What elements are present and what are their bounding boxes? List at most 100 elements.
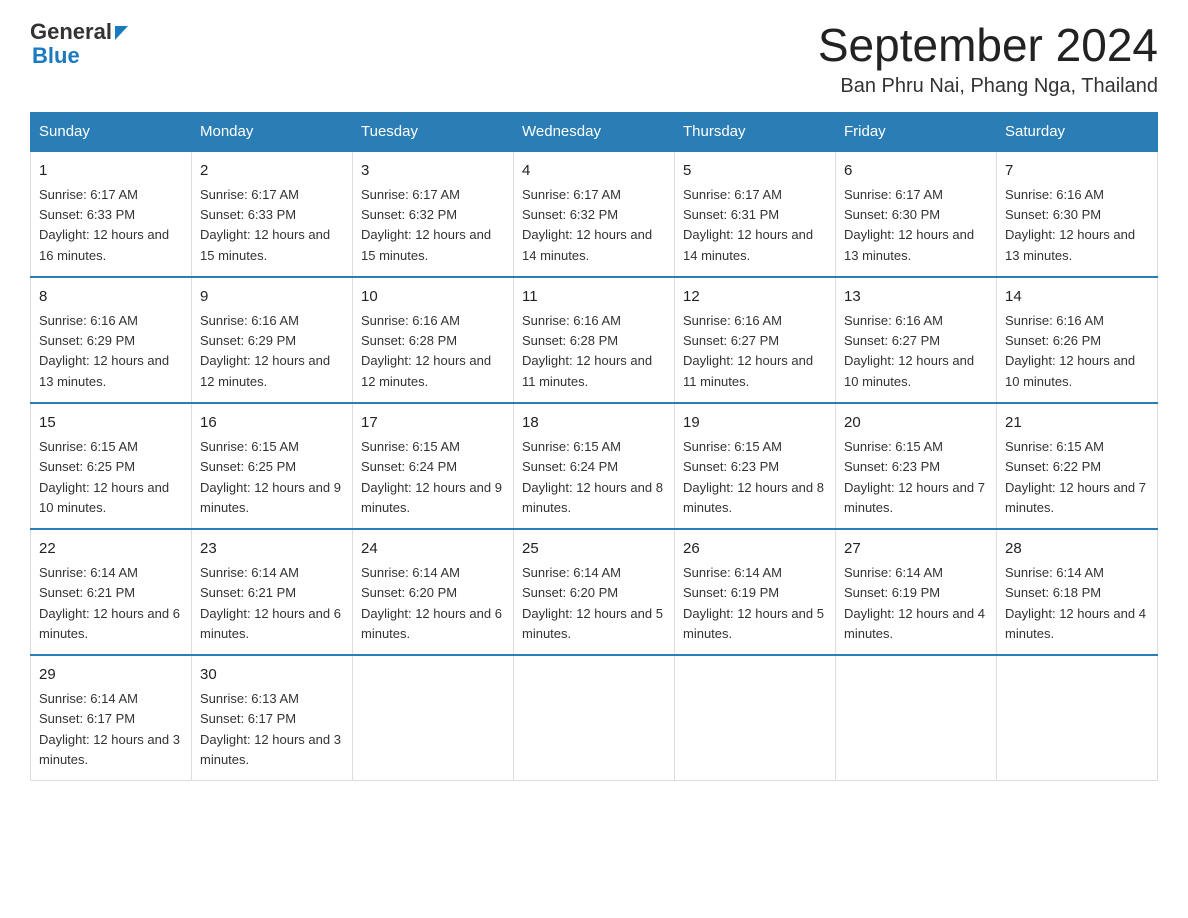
page-header: General Blue September 2024 Ban Phru Nai… — [30, 20, 1158, 98]
day-info: Sunrise: 6:15 AMSunset: 6:25 PMDaylight:… — [39, 439, 169, 514]
location-subtitle: Ban Phru Nai, Phang Nga, Thailand — [818, 75, 1158, 98]
day-number: 27 — [844, 538, 988, 561]
calendar-day-cell: 29 Sunrise: 6:14 AMSunset: 6:17 PMDaylig… — [31, 655, 192, 781]
day-number: 24 — [361, 538, 505, 561]
calendar-week-row: 15 Sunrise: 6:15 AMSunset: 6:25 PMDaylig… — [31, 403, 1158, 529]
day-number: 25 — [522, 538, 666, 561]
calendar-day-cell: 2 Sunrise: 6:17 AMSunset: 6:33 PMDayligh… — [192, 151, 353, 277]
calendar-day-cell: 18 Sunrise: 6:15 AMSunset: 6:24 PMDaylig… — [514, 403, 675, 529]
calendar-day-cell — [675, 655, 836, 781]
day-info: Sunrise: 6:16 AMSunset: 6:29 PMDaylight:… — [200, 313, 330, 388]
calendar-day-cell: 5 Sunrise: 6:17 AMSunset: 6:31 PMDayligh… — [675, 151, 836, 277]
day-info: Sunrise: 6:16 AMSunset: 6:27 PMDaylight:… — [683, 313, 813, 388]
day-number: 9 — [200, 286, 344, 309]
calendar-day-cell: 26 Sunrise: 6:14 AMSunset: 6:19 PMDaylig… — [675, 529, 836, 655]
calendar-header-cell: Friday — [836, 112, 997, 151]
day-info: Sunrise: 6:17 AMSunset: 6:32 PMDaylight:… — [361, 187, 491, 262]
day-info: Sunrise: 6:14 AMSunset: 6:19 PMDaylight:… — [683, 565, 824, 640]
calendar-day-cell: 8 Sunrise: 6:16 AMSunset: 6:29 PMDayligh… — [31, 277, 192, 403]
calendar-week-row: 1 Sunrise: 6:17 AMSunset: 6:33 PMDayligh… — [31, 151, 1158, 277]
calendar-day-cell: 17 Sunrise: 6:15 AMSunset: 6:24 PMDaylig… — [353, 403, 514, 529]
calendar-body: 1 Sunrise: 6:17 AMSunset: 6:33 PMDayligh… — [31, 151, 1158, 781]
day-info: Sunrise: 6:16 AMSunset: 6:28 PMDaylight:… — [361, 313, 491, 388]
day-number: 30 — [200, 664, 344, 687]
calendar-day-cell: 24 Sunrise: 6:14 AMSunset: 6:20 PMDaylig… — [353, 529, 514, 655]
calendar-day-cell: 28 Sunrise: 6:14 AMSunset: 6:18 PMDaylig… — [997, 529, 1158, 655]
day-number: 8 — [39, 286, 183, 309]
day-info: Sunrise: 6:15 AMSunset: 6:23 PMDaylight:… — [844, 439, 985, 514]
day-info: Sunrise: 6:15 AMSunset: 6:23 PMDaylight:… — [683, 439, 824, 514]
day-info: Sunrise: 6:16 AMSunset: 6:27 PMDaylight:… — [844, 313, 974, 388]
calendar-day-cell: 25 Sunrise: 6:14 AMSunset: 6:20 PMDaylig… — [514, 529, 675, 655]
calendar-day-cell: 6 Sunrise: 6:17 AMSunset: 6:30 PMDayligh… — [836, 151, 997, 277]
day-info: Sunrise: 6:15 AMSunset: 6:25 PMDaylight:… — [200, 439, 341, 514]
day-info: Sunrise: 6:16 AMSunset: 6:30 PMDaylight:… — [1005, 187, 1135, 262]
day-info: Sunrise: 6:14 AMSunset: 6:17 PMDaylight:… — [39, 691, 180, 766]
calendar-day-cell: 14 Sunrise: 6:16 AMSunset: 6:26 PMDaylig… — [997, 277, 1158, 403]
title-section: September 2024 Ban Phru Nai, Phang Nga, … — [818, 20, 1158, 98]
calendar-header-cell: Thursday — [675, 112, 836, 151]
day-number: 10 — [361, 286, 505, 309]
day-number: 17 — [361, 412, 505, 435]
day-number: 18 — [522, 412, 666, 435]
day-info: Sunrise: 6:13 AMSunset: 6:17 PMDaylight:… — [200, 691, 341, 766]
calendar-day-cell: 19 Sunrise: 6:15 AMSunset: 6:23 PMDaylig… — [675, 403, 836, 529]
calendar-day-cell: 1 Sunrise: 6:17 AMSunset: 6:33 PMDayligh… — [31, 151, 192, 277]
calendar-header-cell: Sunday — [31, 112, 192, 151]
day-number: 4 — [522, 160, 666, 183]
calendar-day-cell: 4 Sunrise: 6:17 AMSunset: 6:32 PMDayligh… — [514, 151, 675, 277]
day-number: 12 — [683, 286, 827, 309]
day-info: Sunrise: 6:16 AMSunset: 6:29 PMDaylight:… — [39, 313, 169, 388]
calendar-day-cell — [997, 655, 1158, 781]
day-number: 19 — [683, 412, 827, 435]
calendar-header-cell: Tuesday — [353, 112, 514, 151]
day-number: 21 — [1005, 412, 1149, 435]
calendar-day-cell: 27 Sunrise: 6:14 AMSunset: 6:19 PMDaylig… — [836, 529, 997, 655]
calendar-day-cell: 15 Sunrise: 6:15 AMSunset: 6:25 PMDaylig… — [31, 403, 192, 529]
calendar-day-cell: 30 Sunrise: 6:13 AMSunset: 6:17 PMDaylig… — [192, 655, 353, 781]
day-info: Sunrise: 6:16 AMSunset: 6:26 PMDaylight:… — [1005, 313, 1135, 388]
calendar-day-cell: 12 Sunrise: 6:16 AMSunset: 6:27 PMDaylig… — [675, 277, 836, 403]
calendar-day-cell: 7 Sunrise: 6:16 AMSunset: 6:30 PMDayligh… — [997, 151, 1158, 277]
day-info: Sunrise: 6:14 AMSunset: 6:20 PMDaylight:… — [522, 565, 663, 640]
day-number: 22 — [39, 538, 183, 561]
calendar-day-cell: 10 Sunrise: 6:16 AMSunset: 6:28 PMDaylig… — [353, 277, 514, 403]
calendar-day-cell: 22 Sunrise: 6:14 AMSunset: 6:21 PMDaylig… — [31, 529, 192, 655]
day-info: Sunrise: 6:14 AMSunset: 6:18 PMDaylight:… — [1005, 565, 1146, 640]
day-info: Sunrise: 6:17 AMSunset: 6:32 PMDaylight:… — [522, 187, 652, 262]
day-number: 14 — [1005, 286, 1149, 309]
calendar-day-cell: 11 Sunrise: 6:16 AMSunset: 6:28 PMDaylig… — [514, 277, 675, 403]
calendar-header-cell: Wednesday — [514, 112, 675, 151]
calendar-day-cell — [836, 655, 997, 781]
month-year-title: September 2024 — [818, 20, 1158, 71]
day-number: 1 — [39, 160, 183, 183]
day-info: Sunrise: 6:17 AMSunset: 6:31 PMDaylight:… — [683, 187, 813, 262]
logo: General Blue — [30, 20, 128, 68]
day-info: Sunrise: 6:14 AMSunset: 6:21 PMDaylight:… — [39, 565, 180, 640]
day-info: Sunrise: 6:17 AMSunset: 6:33 PMDaylight:… — [39, 187, 169, 262]
day-number: 11 — [522, 286, 666, 309]
calendar-day-cell: 21 Sunrise: 6:15 AMSunset: 6:22 PMDaylig… — [997, 403, 1158, 529]
day-number: 16 — [200, 412, 344, 435]
day-number: 2 — [200, 160, 344, 183]
logo-general-text: General — [30, 20, 112, 44]
calendar-day-cell — [353, 655, 514, 781]
calendar-day-cell: 16 Sunrise: 6:15 AMSunset: 6:25 PMDaylig… — [192, 403, 353, 529]
day-number: 13 — [844, 286, 988, 309]
calendar-header-cell: Monday — [192, 112, 353, 151]
day-number: 26 — [683, 538, 827, 561]
day-info: Sunrise: 6:15 AMSunset: 6:24 PMDaylight:… — [361, 439, 502, 514]
calendar-week-row: 8 Sunrise: 6:16 AMSunset: 6:29 PMDayligh… — [31, 277, 1158, 403]
calendar-day-cell: 20 Sunrise: 6:15 AMSunset: 6:23 PMDaylig… — [836, 403, 997, 529]
calendar-week-row: 22 Sunrise: 6:14 AMSunset: 6:21 PMDaylig… — [31, 529, 1158, 655]
calendar-day-cell: 13 Sunrise: 6:16 AMSunset: 6:27 PMDaylig… — [836, 277, 997, 403]
day-info: Sunrise: 6:15 AMSunset: 6:24 PMDaylight:… — [522, 439, 663, 514]
calendar-table: SundayMondayTuesdayWednesdayThursdayFrid… — [30, 112, 1158, 781]
day-number: 28 — [1005, 538, 1149, 561]
day-number: 23 — [200, 538, 344, 561]
day-number: 5 — [683, 160, 827, 183]
day-number: 3 — [361, 160, 505, 183]
day-info: Sunrise: 6:16 AMSunset: 6:28 PMDaylight:… — [522, 313, 652, 388]
calendar-day-cell: 9 Sunrise: 6:16 AMSunset: 6:29 PMDayligh… — [192, 277, 353, 403]
day-info: Sunrise: 6:14 AMSunset: 6:20 PMDaylight:… — [361, 565, 502, 640]
